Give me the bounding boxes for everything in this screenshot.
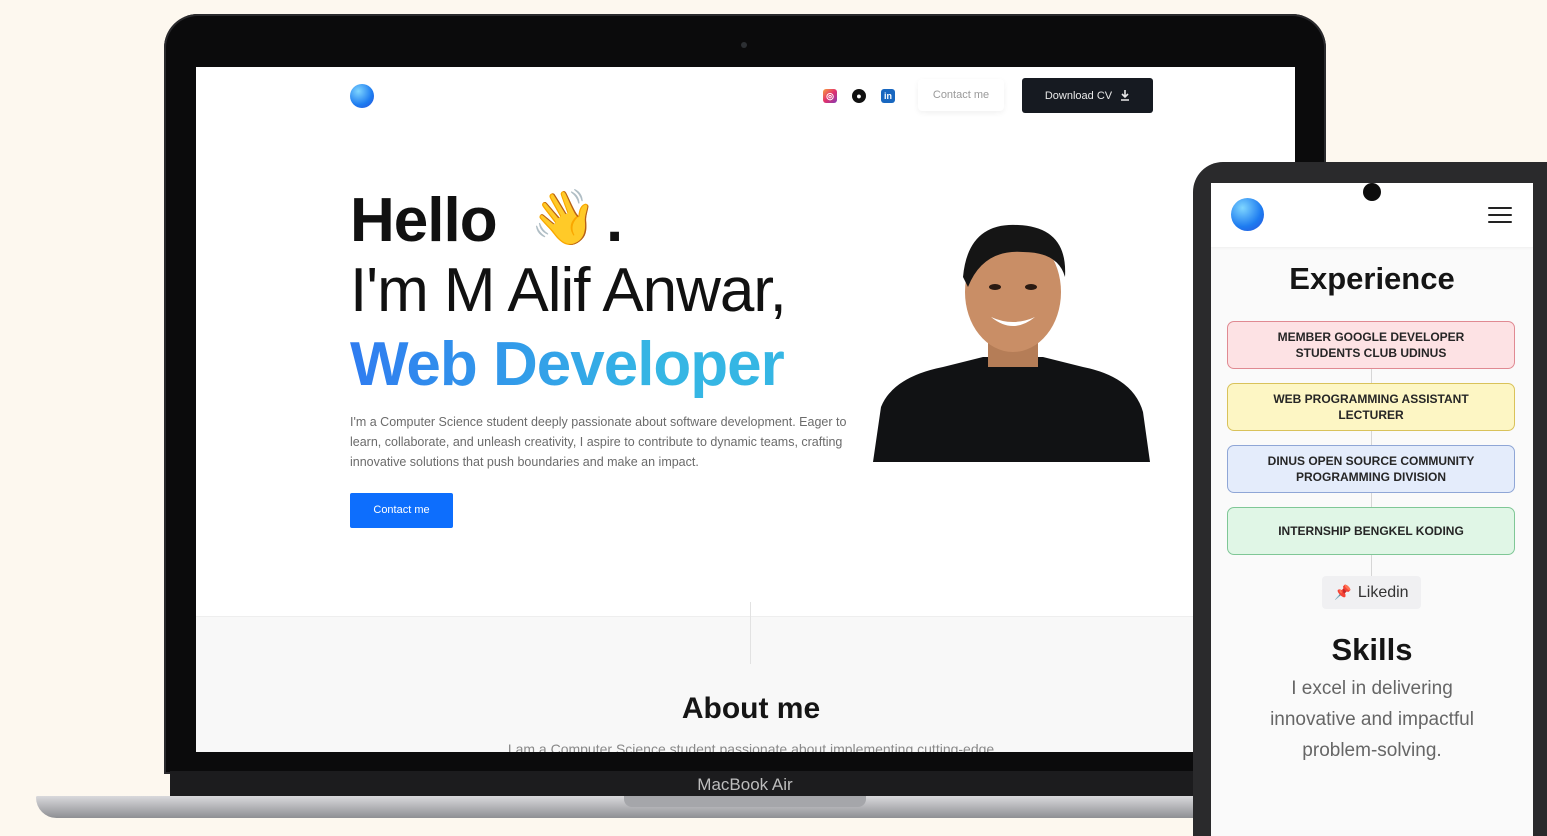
github-icon[interactable]: ●: [852, 89, 866, 103]
linkedin-icon[interactable]: in: [881, 89, 895, 103]
experience-card[interactable]: MEMBER GOOGLE DEVELOPER STUDENTS CLUB UD…: [1227, 321, 1515, 369]
laptop-hinge: MacBook Air: [170, 771, 1320, 797]
linkedin-button[interactable]: 📌 Likedin: [1322, 576, 1421, 609]
instagram-icon[interactable]: ◎: [823, 89, 837, 103]
hero-contact-button[interactable]: Contact me: [350, 493, 453, 528]
experience-card[interactable]: DINUS OPEN SOURCE COMMUNITY PROGRAMMING …: [1227, 445, 1515, 493]
site-logo[interactable]: [1231, 198, 1264, 231]
site-logo[interactable]: [350, 84, 374, 108]
hero-greeting: Hello: [350, 186, 498, 255]
experience-label: INTERNSHIP BENGKEL KODING: [1278, 524, 1464, 538]
hero-name: I'm M Alif Anwar,: [350, 256, 787, 325]
linkedin-label: Likedin: [1357, 583, 1409, 601]
phone-screen: Experience MEMBER GOOGLE DEVELOPER STUDE…: [1211, 183, 1533, 836]
hero-intro: I'm a Computer Science student deeply pa…: [350, 415, 847, 469]
download-cv-button[interactable]: Download CV: [1022, 78, 1153, 113]
about-section: [196, 616, 1295, 752]
experience-title: Experience: [1289, 261, 1455, 296]
experience-label: MEMBER GOOGLE DEVELOPER STUDENTS CLUB UD…: [1277, 330, 1465, 360]
experience-card[interactable]: INTERNSHIP BENGKEL KODING: [1227, 507, 1515, 555]
experience-label: WEB PROGRAMMING ASSISTANT LECTURER: [1273, 392, 1469, 422]
nav-contact-button[interactable]: Contact me: [918, 79, 1004, 111]
profile-photo: [873, 224, 1150, 462]
skills-title: Skills: [1331, 632, 1413, 667]
hero-greeting-punct: .: [606, 186, 624, 255]
pushpin-icon: 📌: [1334, 584, 1352, 600]
hero-role: Web Developer: [350, 330, 785, 399]
hamburger-menu-icon[interactable]: [1488, 207, 1512, 223]
laptop-screen: ◎ ● in Contact me Download CV Hello 👋 . …: [196, 67, 1295, 752]
experience-card[interactable]: WEB PROGRAMMING ASSISTANT LECTURER: [1227, 383, 1515, 431]
laptop-model-label: MacBook Air: [697, 775, 793, 794]
skills-text: I excel in delivering innovative and imp…: [1270, 678, 1474, 761]
download-cv-label: Download CV: [1044, 89, 1113, 102]
experience-label: DINUS OPEN SOURCE COMMUNITY PROGRAMMING …: [1267, 454, 1475, 484]
laptop-base-notch: [624, 796, 866, 807]
laptop-camera: [741, 42, 747, 48]
about-text: I am a Computer Science student passiona…: [507, 741, 995, 752]
download-icon: [1121, 90, 1130, 101]
phone-camera: [1363, 183, 1381, 201]
wave-hand-icon: 👋: [530, 188, 598, 248]
about-title: About me: [681, 692, 821, 725]
section-divider: [750, 602, 751, 664]
